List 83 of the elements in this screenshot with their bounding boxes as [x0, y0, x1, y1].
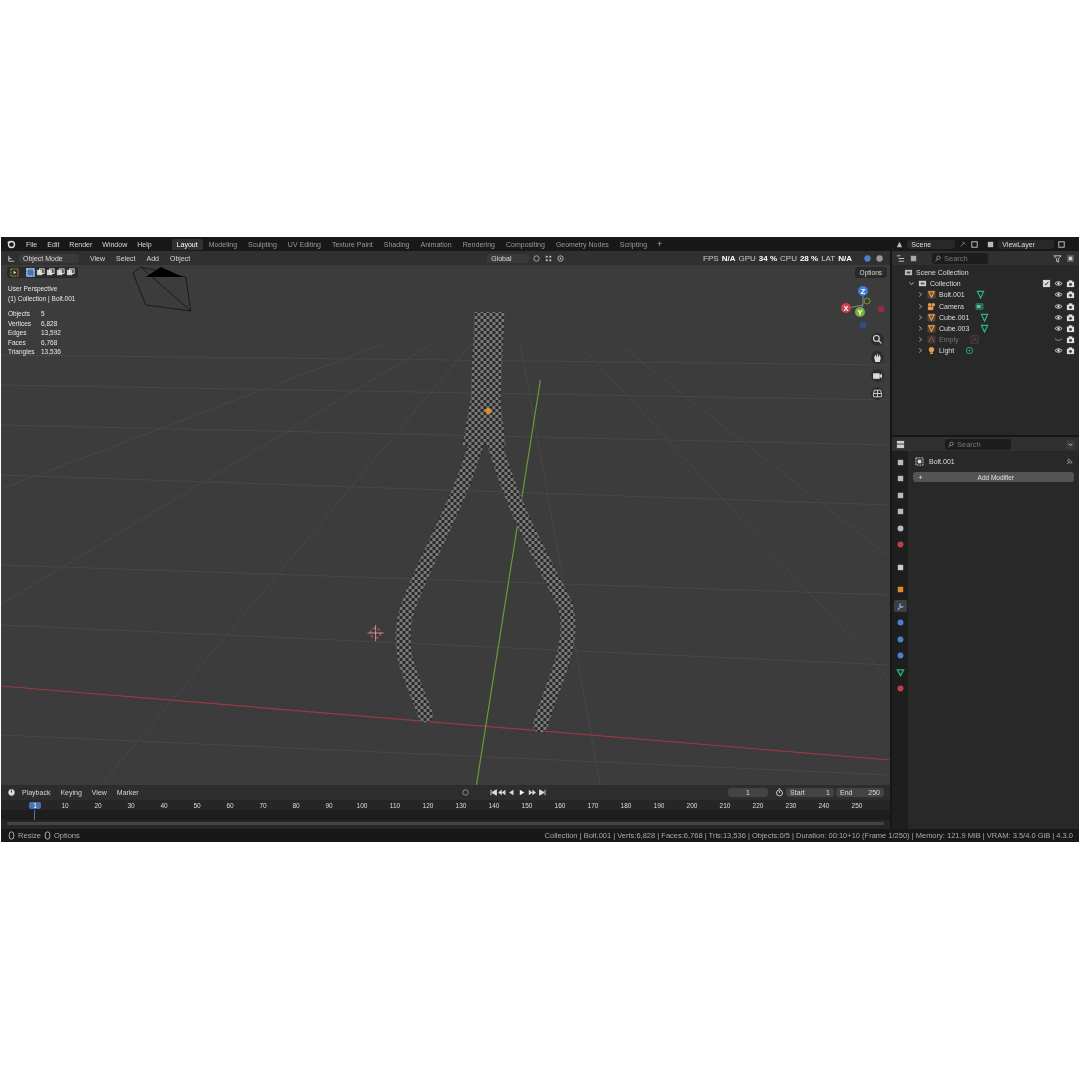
scene-icon[interactable] [895, 239, 905, 249]
circle-icon [895, 634, 905, 644]
circle-icon [895, 540, 905, 549]
wrench-icon [895, 601, 905, 611]
square-icon [895, 507, 905, 516]
caret-icon[interactable] [1066, 439, 1075, 449]
camera-drawing [132, 266, 192, 312]
square-icon [895, 562, 905, 572]
snap-icon[interactable] [532, 253, 542, 263]
new-collection-icon[interactable] [1066, 253, 1075, 263]
square-icon [915, 456, 924, 466]
select-mode-icon[interactable] [36, 268, 45, 277]
axes-icon [927, 335, 936, 345]
copy-icon[interactable] [1057, 239, 1067, 249]
eye-icon[interactable] [1054, 346, 1063, 356]
perf-label: GPU [738, 253, 756, 263]
square-icon [895, 474, 905, 483]
camera-icon [927, 301, 936, 311]
select-mode-icon[interactable] [66, 268, 75, 277]
mouse-icon [42, 831, 52, 840]
circle-icon [895, 618, 905, 627]
square-icon [895, 585, 905, 594]
mouse-icon [7, 831, 16, 840]
camera-icon[interactable] [871, 369, 884, 382]
eye-icon[interactable] [1054, 301, 1063, 311]
circle-icon [895, 684, 905, 693]
circle-icon [895, 523, 905, 533]
eye-icon[interactable] [1054, 279, 1063, 289]
checkbox[interactable] [1042, 279, 1051, 289]
square-icon [895, 490, 905, 500]
display-mode-icon[interactable] [896, 253, 905, 263]
camera-icon[interactable] [1066, 312, 1075, 322]
hand-icon[interactable] [871, 351, 884, 364]
add-workspace-button[interactable]: + [653, 238, 667, 250]
select-mode-icon[interactable] [46, 268, 55, 277]
triangle-icon [927, 312, 936, 322]
square-icon [895, 457, 905, 467]
copy-icon[interactable] [970, 239, 980, 249]
editor-type-icon[interactable] [896, 439, 905, 449]
bulb-icon[interactable] [965, 346, 975, 356]
perf-value: N/A [838, 253, 852, 263]
clock-icon[interactable] [7, 788, 16, 797]
tool-icon[interactable] [10, 268, 19, 277]
perf-label: FPS [703, 253, 719, 263]
cursor-icon [367, 624, 384, 642]
eye-icon[interactable] [1054, 312, 1063, 322]
camera-icon[interactable] [1066, 346, 1075, 356]
bulb-icon [927, 346, 936, 356]
grid-icon[interactable] [871, 387, 884, 400]
logo-icon[interactable] [6, 239, 16, 249]
circle-icon [895, 651, 905, 660]
scene-collection-icon [904, 268, 913, 278]
zoom-icon[interactable] [871, 333, 884, 346]
properties-tab[interactable] [893, 666, 907, 678]
properties-tab[interactable] [893, 600, 907, 612]
triangle-icon[interactable] [975, 290, 985, 300]
editor-type-icon[interactable] [7, 253, 16, 263]
perf-label: CPU [780, 253, 797, 263]
perf-value: 34 % [758, 253, 777, 263]
camera-icon[interactable] [1066, 290, 1075, 300]
camera-icon[interactable] [974, 301, 984, 311]
triangle-icon [927, 324, 936, 334]
eye-icon[interactable] [1054, 324, 1063, 334]
search-icon [935, 254, 942, 262]
perf-label: LAT [821, 253, 836, 263]
origin-icon [485, 408, 492, 414]
proportional-icon[interactable] [556, 253, 566, 263]
grid-icon[interactable] [544, 253, 554, 263]
expand-icon[interactable] [908, 280, 915, 288]
record-icon[interactable] [460, 788, 470, 797]
eye-icon[interactable] [1054, 290, 1063, 300]
camera-icon[interactable] [1066, 335, 1075, 345]
triangle-icon [895, 667, 905, 677]
select-mode-icon[interactable] [56, 268, 65, 277]
camera-icon[interactable] [1066, 279, 1075, 289]
camera-icon[interactable] [1066, 324, 1075, 334]
search-icon [948, 440, 955, 448]
collection-icon [918, 279, 927, 289]
perf-value: 28 % [799, 253, 819, 263]
stopwatch-icon[interactable] [775, 788, 784, 797]
camera-icon[interactable] [1066, 301, 1075, 311]
perf-value: N/A [721, 253, 736, 263]
triangle-icon [927, 290, 936, 300]
